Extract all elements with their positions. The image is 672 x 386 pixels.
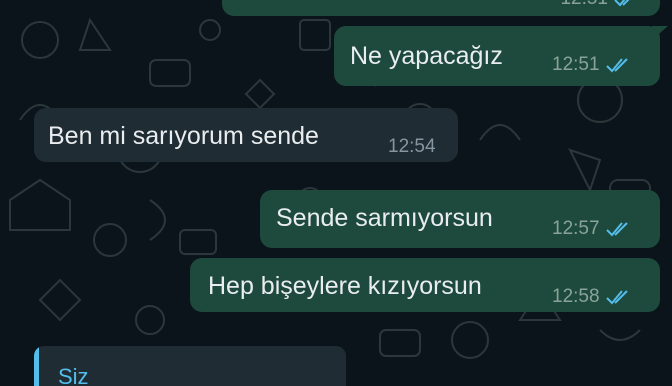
message-time: 12:54: [388, 136, 436, 157]
message-bubble-outgoing[interactable]: Sende sarmıyorsun 12:57: [260, 190, 660, 248]
message-bubble-outgoing[interactable]: Hep bişeylere kızıyorsun 12:58: [190, 258, 660, 312]
message-time: 12:51: [560, 0, 608, 10]
bubble-tail: [652, 26, 668, 40]
message-time: 12:57: [552, 218, 600, 239]
quote-accent-bar: [34, 346, 39, 386]
double-check-icon: [614, 0, 630, 7]
message-meta: 12:51: [560, 0, 640, 10]
quote-sender-name: Siz: [58, 364, 89, 386]
message-meta: 12:57: [552, 218, 632, 240]
message-meta: 12:54: [388, 136, 436, 158]
message-text: Ne yapacağız: [350, 42, 503, 70]
quoted-message-preview[interactable]: Siz: [34, 346, 346, 386]
double-check-icon: [605, 58, 628, 73]
message-meta: 12:51: [552, 54, 632, 76]
double-check-icon: [605, 290, 628, 305]
message-bubble-outgoing[interactable]: 12:51: [222, 0, 660, 16]
double-check-icon: [605, 222, 628, 237]
message-bubble-incoming[interactable]: Ben mi sarıyorum sende 12:54: [34, 108, 458, 162]
message-time: 12:51: [552, 54, 600, 75]
message-time: 12:58: [552, 286, 600, 307]
message-bubble-outgoing[interactable]: Ne yapacağız 12:51: [334, 26, 660, 86]
message-text: Hep bişeylere kızıyorsun: [208, 272, 482, 300]
message-text: Sende sarmıyorsun: [276, 204, 493, 232]
message-text: Ben mi sarıyorum sende: [48, 122, 319, 150]
message-meta: 12:58: [552, 286, 632, 308]
